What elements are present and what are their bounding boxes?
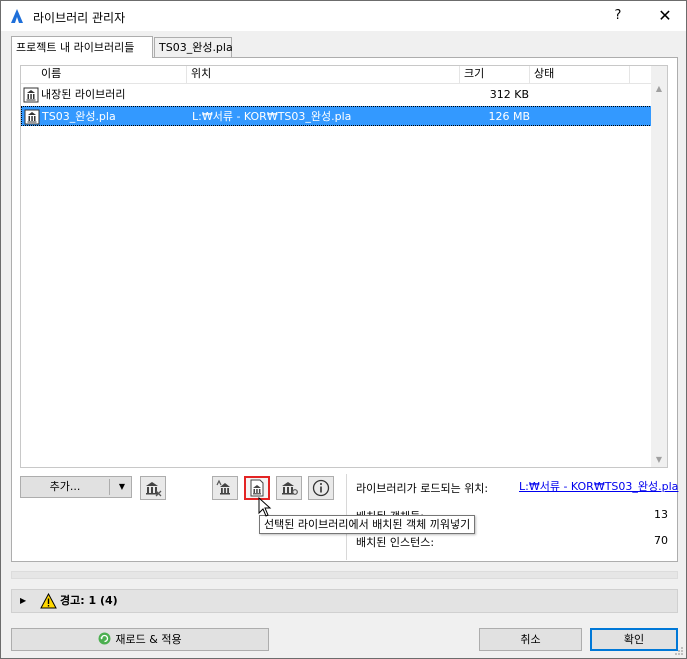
column-header-status[interactable]: 상태 xyxy=(530,66,630,84)
library-info-button[interactable] xyxy=(308,476,334,500)
library-manager-window: 라이브러리 관리자 ? ✕ 프로젝트 내 라이브러리들 TS03_완성.pla … xyxy=(0,0,687,659)
list-scrollbar[interactable]: ▲ ▼ xyxy=(651,66,667,467)
title-bar: 라이브러리 관리자 ? ✕ xyxy=(1,1,686,31)
warning-icon xyxy=(40,593,57,609)
library-icon xyxy=(23,87,39,103)
warnings-bar[interactable]: ▶ 경고: 1 (4) xyxy=(11,589,678,613)
library-list[interactable]: 이름 위치 크기 상태 내장된 라이브러리 312 KB TS03_완성.pla… xyxy=(20,65,668,468)
extract-library-icon xyxy=(250,479,264,497)
resize-grip-icon[interactable] xyxy=(674,646,684,656)
scroll-down-icon[interactable]: ▼ xyxy=(651,453,667,467)
library-row-ts03[interactable]: TS03_완성.pla L:₩서류 - KOR₩TS03_완성.pla 126 … xyxy=(21,106,652,126)
extract-tooltip: 선택된 라이브러리에서 배치된 객체 끼워넣기 xyxy=(259,515,476,534)
load-location-label: 라이브러리가 로드되는 위치: xyxy=(356,482,489,495)
scroll-up-icon[interactable]: ▲ xyxy=(651,82,667,96)
cancel-button[interactable]: 취소 xyxy=(479,628,582,651)
tab-ts03-pla[interactable]: TS03_완성.pla xyxy=(154,37,233,58)
library-row-embedded[interactable]: 내장된 라이브러리 312 KB xyxy=(21,85,652,105)
reload-apply-button[interactable]: 재로드 & 적용 xyxy=(11,628,269,651)
placed-instances-value: 70 xyxy=(654,534,668,547)
tab-panel: 이름 위치 크기 상태 내장된 라이브러리 312 KB TS03_완성.pla… xyxy=(11,57,678,562)
column-header-name[interactable]: 이름 xyxy=(37,66,187,84)
help-button[interactable]: ? xyxy=(604,5,632,27)
list-header: 이름 위치 크기 상태 xyxy=(21,66,652,84)
housekeeping-button[interactable] xyxy=(276,476,302,500)
mouse-cursor-icon xyxy=(258,497,272,517)
reload-library-button[interactable] xyxy=(212,476,238,500)
archicad-app-icon xyxy=(11,9,23,23)
add-button-separator xyxy=(109,479,110,495)
remove-library-button[interactable] xyxy=(140,476,166,500)
row-location: L:₩서류 - KOR₩TS03_완성.pla xyxy=(192,110,352,123)
load-location-link[interactable]: L:₩서류 - KOR₩TS03_완성.pla xyxy=(519,478,678,494)
add-library-button[interactable]: 추가... ▼ xyxy=(20,476,132,498)
placed-instances-label: 배치된 인스턴스: xyxy=(356,536,435,549)
refresh-icon xyxy=(98,632,111,645)
close-button[interactable]: ✕ xyxy=(647,5,683,27)
reload-apply-label: 재로드 & 적용 xyxy=(115,633,182,646)
placed-objects-value: 13 xyxy=(654,508,668,521)
library-remove-icon xyxy=(146,482,162,497)
library-reload-icon xyxy=(216,479,230,495)
expand-arrow-icon[interactable]: ▶ xyxy=(20,590,26,612)
info-icon xyxy=(312,479,330,497)
column-header-size[interactable]: 크기 xyxy=(460,66,530,84)
tab-project-libraries[interactable]: 프로젝트 내 라이브러리들 xyxy=(11,36,153,58)
window-title: 라이브러리 관리자 xyxy=(33,11,126,25)
column-header-location[interactable]: 위치 xyxy=(187,66,460,84)
row-size: 126 MB xyxy=(488,110,530,123)
row-size: 312 KB xyxy=(489,88,529,101)
row-name: TS03_완성.pla xyxy=(42,110,116,123)
progress-bar xyxy=(11,571,678,579)
add-button-label: 추가... xyxy=(49,480,81,493)
row-name: 내장된 라이브러리 xyxy=(41,88,126,101)
library-file-icon xyxy=(24,109,40,125)
warnings-count: 경고: 1 (4) xyxy=(60,594,118,607)
library-housekeeping-icon xyxy=(282,482,298,495)
ok-button[interactable]: 확인 xyxy=(590,628,678,651)
add-dropdown-arrow-icon[interactable]: ▼ xyxy=(113,477,131,497)
